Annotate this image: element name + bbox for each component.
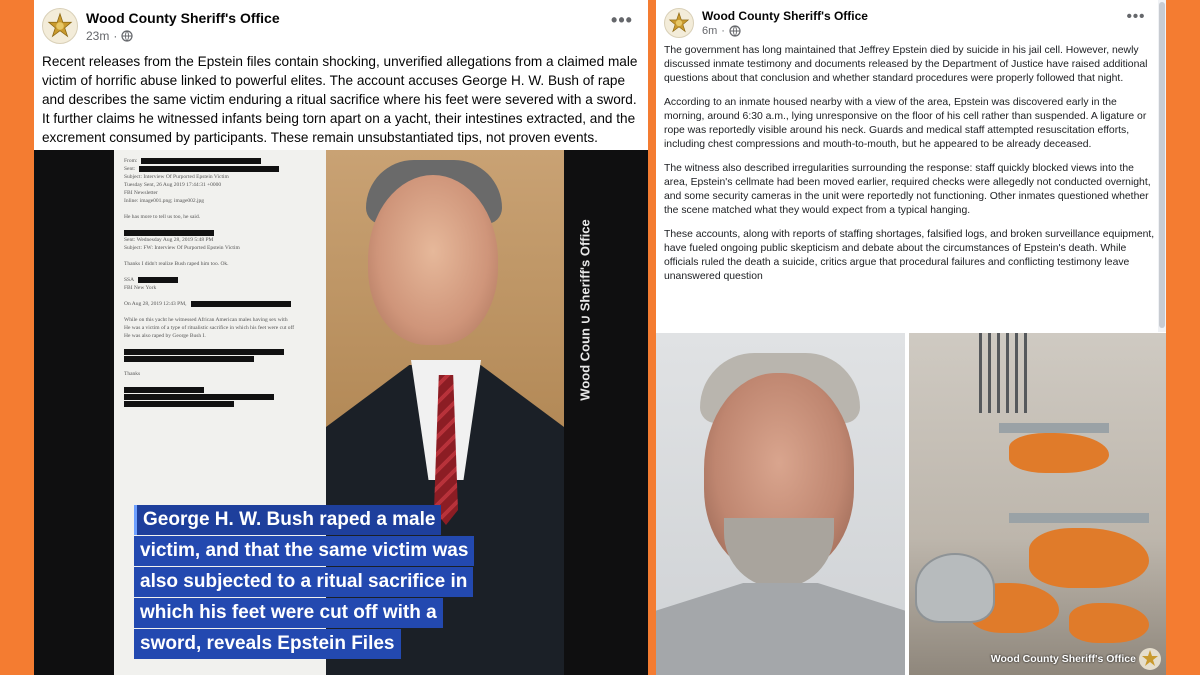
doc-from: From: [124, 158, 138, 164]
post-image[interactable]: From: Sent: Subject: Interview Of Purpor… [34, 150, 648, 675]
doc-sent2: Sent: Wednesday Aug 28, 2019 5:48 PM [124, 237, 214, 243]
ellipsis-icon[interactable]: ••• [1122, 8, 1150, 32]
doc-ssa: SSA [124, 277, 135, 283]
overlay-line: George H. W. Bush raped a male [134, 505, 442, 535]
post-header: Wood County Sheriff's Office 23m · ••• [42, 8, 640, 48]
left-post: Wood County Sheriff's Office 23m · ••• R… [34, 0, 648, 675]
overlay-line: victim, and that the same victim was [134, 536, 475, 566]
paragraph: The government has long maintained that … [664, 45, 1148, 84]
sheriff-star-avatar[interactable] [42, 8, 78, 44]
doc-subject: Subject: Interview Of Purported Epstein … [124, 174, 229, 180]
paragraph: The witness also described irregularitie… [664, 163, 1151, 216]
doc-note: He has more to tell us too, he said. [124, 214, 201, 220]
star-icon [43, 9, 77, 43]
paragraph: These accounts, along with reports of st… [664, 229, 1155, 282]
globe-icon [121, 30, 133, 42]
globe-icon [729, 25, 741, 37]
post-meta: 6m · [702, 25, 741, 37]
post-header: Wood County Sheriff's Office 6m · ••• [664, 8, 1158, 48]
jail-cell-photo [909, 333, 1166, 675]
doc-bullet: He was a victim of a type of ritualistic… [124, 325, 295, 331]
post-body: The government has long maintained that … [664, 44, 1158, 294]
star-icon [1139, 648, 1161, 670]
right-post: Wood County Sheriff's Office 6m · ••• Th… [656, 0, 1166, 675]
doc-bullet: While on this yacht he witnessed African… [124, 317, 288, 323]
post-caption: Recent releases from the Epstein files c… [42, 54, 638, 145]
doc-subject2: Subject: FW: Interview Of Purported Epst… [124, 245, 240, 251]
doc-office: FBI New York [124, 285, 157, 291]
doc-bullet: He was also raped by George Bush I. [124, 333, 206, 339]
doc-date: Tuesday Sent, 26 Aug 2019 17:44:31 +0000 [124, 182, 222, 188]
overlay-line: also subjected to a ritual sacrifice in [134, 567, 474, 597]
post-time[interactable]: 6m [702, 25, 717, 37]
image-watermark: Wood Coun ∪ Sheriff's Office [578, 219, 593, 401]
ellipsis-icon[interactable]: ••• [608, 10, 636, 34]
post-time[interactable]: 23m [86, 29, 109, 43]
post-meta: 23m · [86, 29, 133, 43]
overlay-line: which his feet were cut off with a [134, 598, 443, 628]
doc-sent: Sent: [124, 166, 136, 172]
doc-org: FBI Newsletter [124, 190, 158, 196]
image-watermark: Wood County Sheriff's Office [990, 653, 1136, 665]
post-image[interactable]: Wood County Sheriff's Office [656, 333, 1166, 675]
epstein-mugshot-photo [656, 333, 905, 675]
page-name[interactable]: Wood County Sheriff's Office [86, 10, 280, 26]
paragraph: According to an inmate housed nearby wit… [664, 97, 1147, 150]
overlay-caption: George H. W. Bush raped a male victim, a… [134, 505, 544, 660]
page-name[interactable]: Wood County Sheriff's Office [702, 9, 868, 23]
doc-thanks2: Thanks [124, 371, 141, 377]
star-icon [665, 9, 693, 37]
doc-inline: Inline: image001.png; image002.jpg [124, 198, 205, 204]
scrollbar-thumb[interactable] [1159, 2, 1165, 328]
overlay-line: sword, reveals Epstein Files [134, 629, 401, 659]
sheriff-star-avatar[interactable] [664, 8, 694, 38]
doc-on-date: On Aug 28, 2019 12:43 PM, [124, 301, 187, 307]
doc-thanks: Thanks I didn't realize Bush raped him t… [124, 261, 229, 267]
scrollbar[interactable] [1158, 0, 1166, 332]
